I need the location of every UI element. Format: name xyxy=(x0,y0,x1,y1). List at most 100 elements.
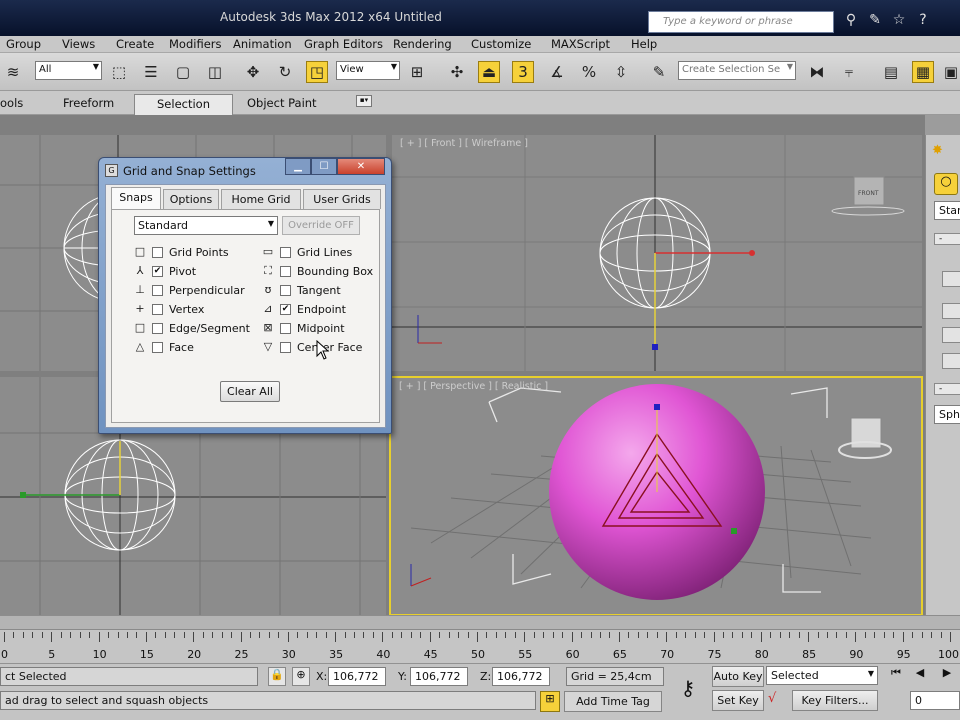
ribbon-options-icon[interactable]: ▪▾ xyxy=(356,95,372,107)
object-type-button-1[interactable] xyxy=(942,271,960,287)
scale-icon[interactable]: ◳ xyxy=(306,61,328,83)
selection-filter-dropdown[interactable]: All ▼ xyxy=(35,61,102,80)
edit-named-selection-icon[interactable]: ✎ xyxy=(648,61,670,83)
tab-options[interactable]: Options xyxy=(163,189,219,209)
search-input[interactable]: Type a keyword or phrase xyxy=(648,11,834,33)
current-frame-field[interactable]: 0 xyxy=(910,691,960,710)
ribbon-tab-object-paint[interactable]: Object Paint xyxy=(247,96,317,110)
close-button[interactable]: ✕ xyxy=(337,158,385,175)
pivot-checkbox[interactable]: ✔ xyxy=(152,266,163,277)
face-checkbox[interactable] xyxy=(152,342,163,353)
maximize-button[interactable]: ☐ xyxy=(311,158,337,175)
tools-icon[interactable]: ✎ xyxy=(866,12,884,30)
key-filters-button[interactable]: Key Filters... xyxy=(792,690,878,711)
set-key-icon[interactable]: ⚷ xyxy=(672,676,704,704)
bounding-box-checkbox[interactable] xyxy=(280,266,291,277)
z-coordinate-field[interactable]: 106,772 xyxy=(492,667,550,686)
ribbon-tab-tools[interactable]: ools xyxy=(0,96,23,110)
perpendicular-checkbox[interactable] xyxy=(152,285,163,296)
absolute-mode-icon[interactable]: ⊕ xyxy=(292,667,310,686)
viewcube-front[interactable]: FRONT xyxy=(858,190,879,197)
auto-key-button[interactable]: Auto Key xyxy=(712,666,764,687)
reference-coord-dropdown[interactable]: View ▼ xyxy=(336,61,400,80)
move-icon[interactable]: ✥ xyxy=(242,61,264,83)
select-manipulate-icon[interactable]: ✣ xyxy=(446,61,468,83)
play-icon[interactable]: ▶ xyxy=(934,666,960,686)
lock-selection-icon[interactable]: 🔒 xyxy=(268,667,286,686)
timeline[interactable]: 0 5 10 15 20 25 30 35 40 45 50 55 60 65 70 75 80 85 90 95 10… xyxy=(0,615,960,663)
midpoint-checkbox[interactable] xyxy=(280,323,291,334)
rollout-collapse-toggle[interactable]: - xyxy=(934,233,960,245)
create-tab-icon[interactable]: ✸ xyxy=(932,143,943,158)
time-slider-track[interactable] xyxy=(0,616,960,630)
spinner-snap-icon[interactable]: ⇳ xyxy=(610,61,632,83)
menu-customize[interactable]: Customize xyxy=(471,37,531,51)
object-type-dropdown[interactable]: Stan xyxy=(934,201,960,220)
mirror-icon[interactable]: ⧓ xyxy=(806,61,828,83)
ribbon-tab-selection[interactable]: Selection xyxy=(134,94,233,115)
key-mode-dropdown[interactable]: Selected ▼ xyxy=(766,666,878,685)
add-time-tag-button[interactable]: Add Time Tag xyxy=(564,691,662,712)
pivot-center-icon[interactable]: ⊞ xyxy=(406,61,428,83)
tangent-checkbox[interactable] xyxy=(280,285,291,296)
object-type-button-4[interactable] xyxy=(942,353,960,369)
curve-editor-icon[interactable]: ▣ xyxy=(940,61,960,83)
star-icon[interactable]: ☆ xyxy=(890,12,908,30)
grid-points-checkbox[interactable] xyxy=(152,247,163,258)
front-viewport-label[interactable]: [ + ] [ Front ] [ Wireframe ] xyxy=(400,138,528,149)
menu-help[interactable]: Help xyxy=(631,37,657,51)
menu-rendering[interactable]: Rendering xyxy=(393,37,452,51)
menu-maxscript[interactable]: MAXScript xyxy=(551,37,610,51)
snaps-toggle-icon[interactable]: 3 xyxy=(512,61,534,83)
binoculars-icon[interactable]: ⚲ xyxy=(842,12,860,30)
align-icon[interactable]: ⫧ xyxy=(838,61,860,83)
menu-animation[interactable]: Animation xyxy=(233,37,292,51)
object-name-field[interactable]: Sph xyxy=(934,405,960,424)
vertex-checkbox[interactable] xyxy=(152,304,163,315)
endpoint-checkbox[interactable]: ✔ xyxy=(280,304,291,315)
percent-snap-icon[interactable]: % xyxy=(578,61,600,83)
track-bar[interactable]: 0 5 10 15 20 25 30 35 40 45 50 55 60 65 70 75 80 85 90 95 10… xyxy=(0,632,960,662)
menu-group[interactable]: Group xyxy=(6,37,41,51)
window-crossing-icon[interactable]: ◫ xyxy=(204,61,226,83)
override-button[interactable]: Override OFF xyxy=(282,216,360,235)
object-type-button-2[interactable] xyxy=(942,303,960,319)
bind-spacewarp-icon[interactable]: ≋ xyxy=(2,61,24,83)
clear-all-button[interactable]: Clear All xyxy=(220,381,280,402)
menu-views[interactable]: Views xyxy=(62,37,95,51)
viewport-front[interactable]: [ + ] [ Front ] [ Wireframe ] FRONT xyxy=(392,135,922,371)
y-coordinate-field[interactable]: 106,772 xyxy=(410,667,468,686)
grid-lines-checkbox[interactable] xyxy=(280,247,291,258)
snap-preset-dropdown[interactable]: Standard ▼ xyxy=(134,216,278,235)
previous-frame-icon[interactable]: ◀ xyxy=(910,666,930,686)
object-type-button-3[interactable] xyxy=(942,327,960,343)
menu-modifiers[interactable]: Modifiers xyxy=(169,37,222,51)
tab-home-grid[interactable]: Home Grid xyxy=(221,189,301,209)
help-icon[interactable]: ? xyxy=(914,12,932,30)
tab-user-grids[interactable]: User Grids xyxy=(303,189,381,209)
layer-manager-icon[interactable]: ▤ xyxy=(880,61,902,83)
go-to-start-icon[interactable]: ⏮ xyxy=(886,666,906,686)
x-coordinate-field[interactable]: 106,772 xyxy=(328,667,386,686)
keyboard-shortcut-override-icon[interactable]: ⏏ xyxy=(478,61,500,83)
key-curve-icon[interactable]: √ xyxy=(768,691,788,712)
center-face-checkbox[interactable] xyxy=(280,342,291,353)
graphite-toggle-icon[interactable]: ▦ xyxy=(912,61,934,83)
select-by-name-icon[interactable]: ☰ xyxy=(140,61,162,83)
edge-checkbox[interactable] xyxy=(152,323,163,334)
ribbon-tab-freeform[interactable]: Freeform xyxy=(63,96,114,110)
menu-create[interactable]: Create xyxy=(116,37,154,51)
minimize-button[interactable]: ▁ xyxy=(285,158,311,175)
rectangular-selection-icon[interactable]: ▢ xyxy=(172,61,194,83)
named-selection-set-dropdown[interactable]: Create Selection Se ▼ xyxy=(678,61,796,80)
viewport-perspective[interactable]: [ + ] [ Perspective ] [ Realistic ] xyxy=(389,376,923,616)
tab-snaps[interactable]: Snaps xyxy=(111,187,161,210)
time-tag-icon[interactable]: ⊞ xyxy=(540,691,560,712)
menu-graph-editors[interactable]: Graph Editors xyxy=(304,37,383,51)
geometry-icon[interactable]: ○ xyxy=(934,173,958,195)
angle-snap-icon[interactable]: ∡ xyxy=(546,61,568,83)
rotate-icon[interactable]: ↻ xyxy=(274,61,296,83)
rollout-name-color-toggle[interactable]: - xyxy=(934,383,960,395)
select-object-icon[interactable]: ⬚ xyxy=(108,61,130,83)
set-key-button[interactable]: Set Key xyxy=(712,690,764,711)
